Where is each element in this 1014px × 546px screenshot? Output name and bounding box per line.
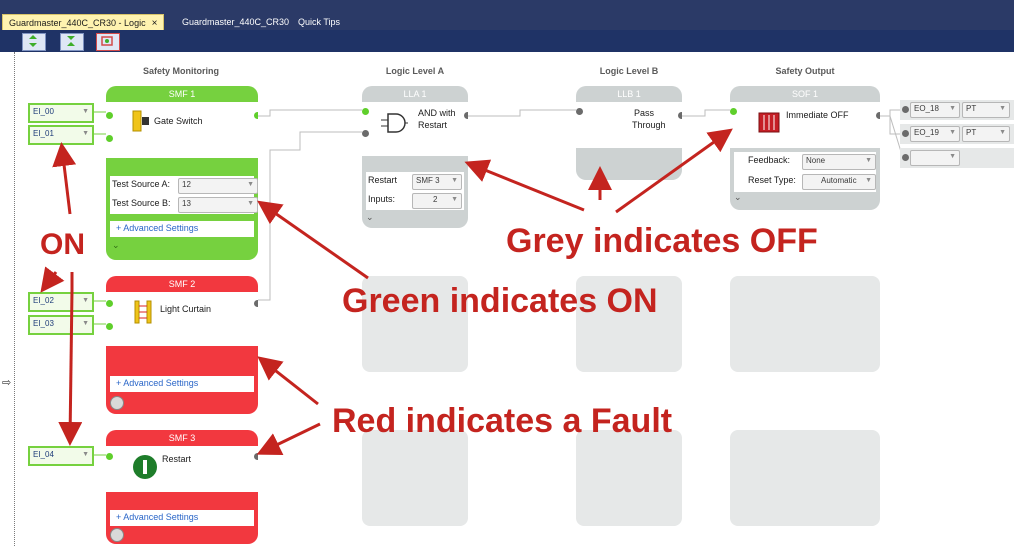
annotation-green-on: Green indicates ON — [342, 282, 658, 320]
annotation-red-fault: Red indicates a Fault — [332, 402, 673, 440]
annotation-grey-off: Grey indicates OFF — [506, 222, 818, 260]
annotation-on: ON — [40, 228, 85, 261]
annotation-arrows — [40, 128, 733, 455]
